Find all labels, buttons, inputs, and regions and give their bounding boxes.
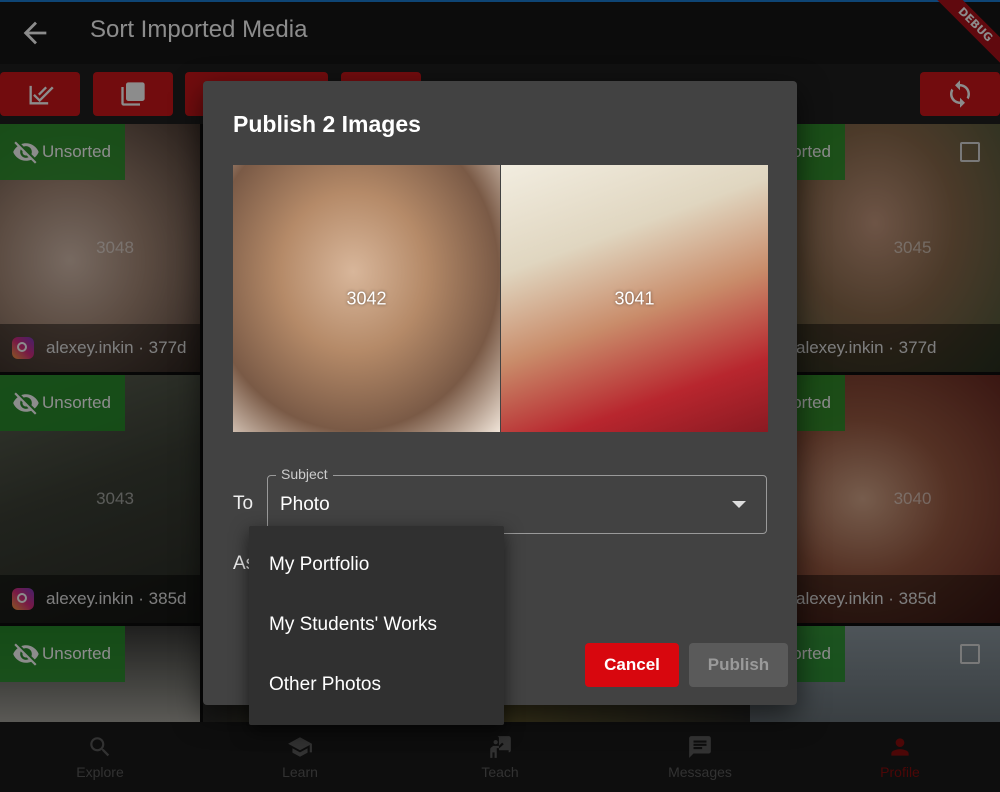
- preview-number: 3041: [614, 288, 655, 308]
- menu-item-my-portfolio[interactable]: My Portfolio: [249, 535, 504, 595]
- publish-button[interactable]: Publish: [689, 643, 788, 687]
- dropdown-arrow-icon: [732, 501, 746, 508]
- preview-number: 3042: [346, 288, 387, 308]
- dialog-title: Publish 2 Images: [233, 111, 421, 137]
- preview-image: 3041: [501, 165, 768, 432]
- subject-value: Photo: [280, 494, 330, 515]
- menu-item-other-photos[interactable]: Other Photos: [249, 655, 504, 715]
- subject-field-label: Subject: [276, 466, 333, 482]
- preview-image: 3042: [233, 165, 500, 432]
- dropdown-menu: My Portfolio My Students' Works Other Ph…: [249, 526, 504, 725]
- menu-item-my-students-works[interactable]: My Students' Works: [249, 595, 504, 655]
- cancel-button[interactable]: Cancel: [585, 643, 679, 687]
- to-label: To: [233, 493, 254, 514]
